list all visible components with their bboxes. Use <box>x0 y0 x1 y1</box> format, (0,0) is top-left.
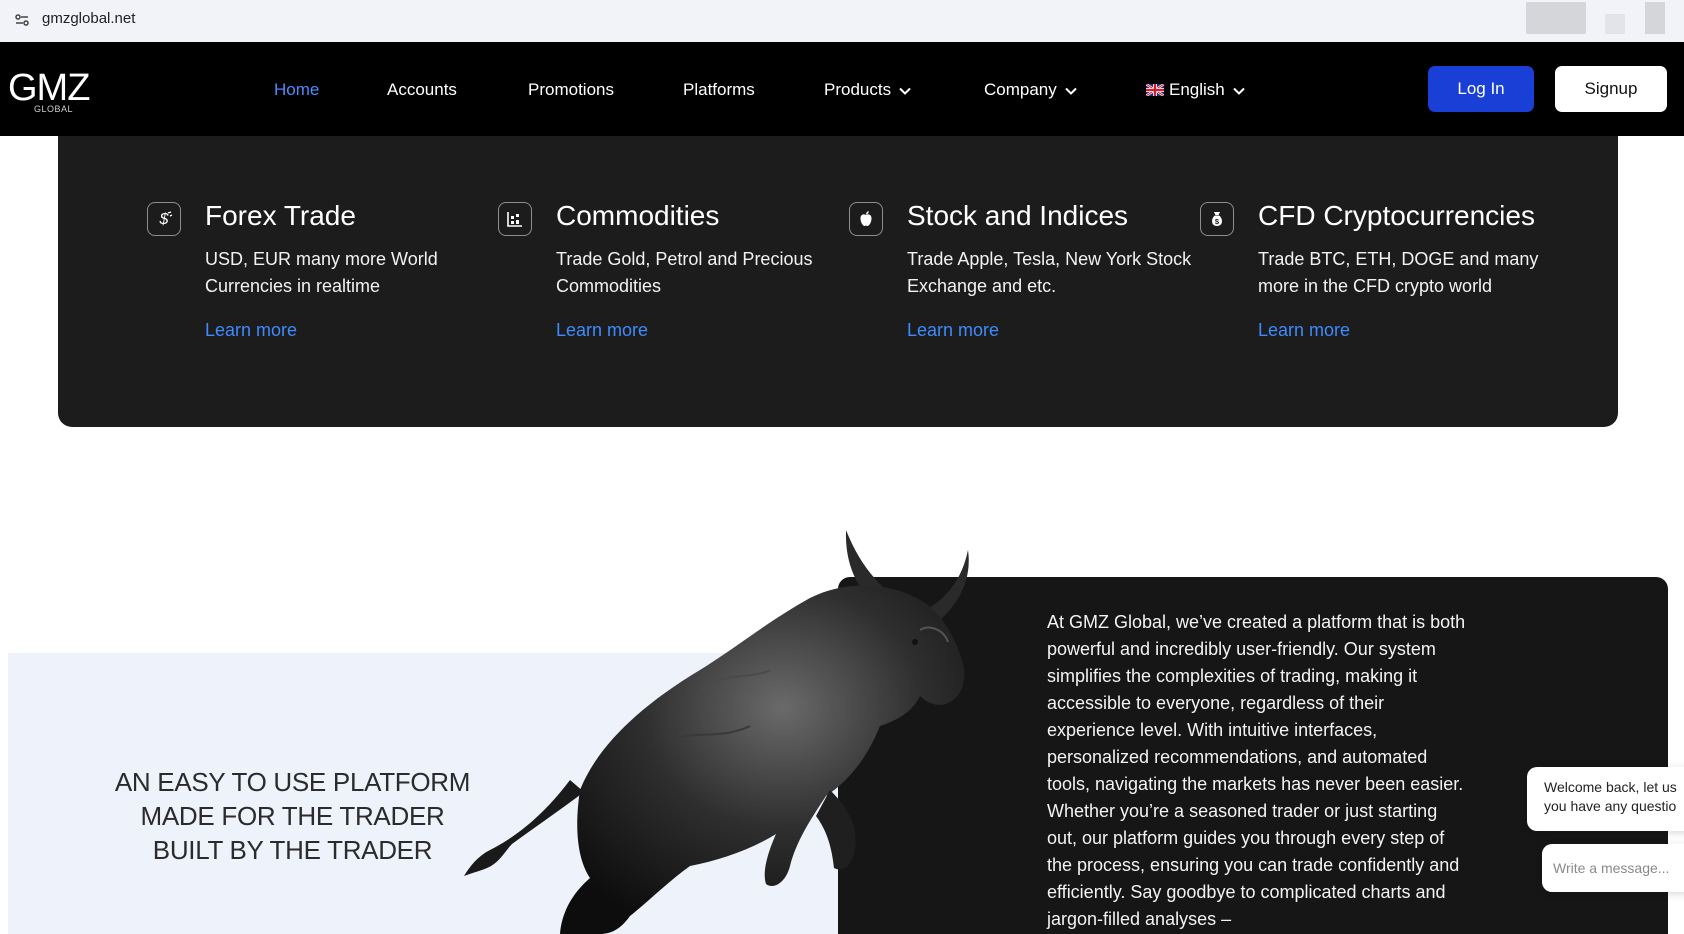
product-description: Trade BTC, ETH, DOGE and many more in th… <box>1258 249 1539 296</box>
chat-welcome-bubble[interactable]: Welcome back, let us you have any questi… <box>1527 767 1684 831</box>
money-bag-icon: $ <box>1200 202 1234 236</box>
product-title: Stock and Indices <box>907 200 1129 231</box>
nav-company[interactable]: Company <box>984 80 1077 100</box>
apple-icon <box>849 202 883 236</box>
language-label: English <box>1169 80 1225 99</box>
nav-accounts[interactable]: Accounts <box>387 80 457 100</box>
chart-icon <box>498 202 532 236</box>
nav-promotions[interactable]: Promotions <box>528 80 614 100</box>
logo-subtitle: GLOBAL <box>34 104 74 114</box>
product-title: Forex Trade <box>205 200 356 231</box>
tagline-line: BUILT BY THE TRADER <box>152 835 433 865</box>
learn-more-link[interactable]: Learn more <box>205 320 297 341</box>
dollar-icon: $ <box>147 202 181 236</box>
learn-more-link[interactable]: Learn more <box>556 320 648 341</box>
learn-more-link[interactable]: Learn more <box>907 320 999 341</box>
browser-address-bar: gmzglobal.net <box>0 0 1684 42</box>
nav-home[interactable]: Home <box>274 80 319 100</box>
blurred-extension-icon[interactable] <box>1605 14 1625 34</box>
chevron-down-icon <box>899 87 911 95</box>
nav-products-label: Products <box>824 80 892 99</box>
signup-button[interactable]: Signup <box>1555 66 1667 112</box>
product-description: USD, EUR many more World Currencies in r… <box>205 249 438 296</box>
platform-tagline: AN EASY TO USE PLATFORM MADE FOR THE TRA… <box>110 765 475 867</box>
tagline-line: MADE FOR THE TRADER <box>140 801 445 831</box>
product-title: CFD Cryptocurrencies <box>1258 200 1535 231</box>
nav-products[interactable]: Products <box>824 80 911 100</box>
site-info-icon[interactable] <box>14 12 30 28</box>
chat-message-line: you have any questio <box>1544 798 1677 814</box>
login-button[interactable]: Log In <box>1428 66 1534 112</box>
main-navbar: GMZ GLOBAL Home Accounts Promotions Plat… <box>0 42 1684 136</box>
site-logo[interactable]: GMZ GLOBAL <box>8 67 90 114</box>
nav-platforms[interactable]: Platforms <box>683 80 755 100</box>
chat-message-line: Welcome back, let us <box>1544 779 1677 795</box>
chevron-down-icon <box>1065 87 1077 95</box>
product-description: Trade Gold, Petrol and Precious Commodit… <box>556 249 813 296</box>
tagline-line: AN EASY TO USE PLATFORM <box>114 767 471 797</box>
bull-image <box>464 530 969 934</box>
blurred-extension-icon[interactable] <box>1526 2 1586 34</box>
about-text: At GMZ Global, we’ve created a platform … <box>1047 612 1466 929</box>
url-text[interactable]: gmzglobal.net <box>42 10 135 27</box>
svg-text:$: $ <box>159 211 170 228</box>
nav-company-label: Company <box>984 80 1057 99</box>
learn-more-link[interactable]: Learn more <box>1258 320 1350 341</box>
language-selector[interactable]: English <box>1146 80 1245 100</box>
product-description: Trade Apple, Tesla, New York Stock Excha… <box>907 249 1192 296</box>
chevron-down-icon <box>1233 87 1245 95</box>
chat-message-input[interactable] <box>1542 844 1684 892</box>
product-title: Commodities <box>556 200 720 231</box>
logo-wordmark: GMZ <box>8 67 90 109</box>
uk-flag-icon <box>1146 83 1164 96</box>
blurred-profile-icon[interactable] <box>1645 2 1665 34</box>
